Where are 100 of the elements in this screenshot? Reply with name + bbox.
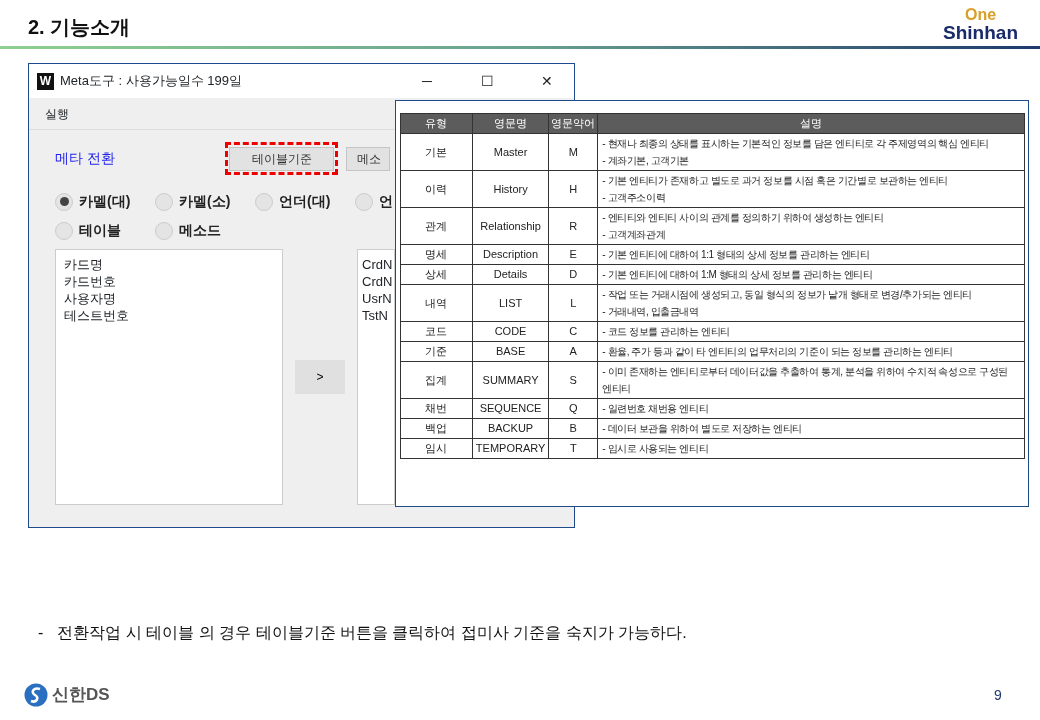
table-cell: Relationship bbox=[472, 207, 549, 245]
table-cell: TEMPORARY bbox=[472, 438, 549, 459]
table-cell: A bbox=[548, 341, 598, 362]
table-cell: BACKUP bbox=[472, 418, 549, 439]
logo-text: Shinhan bbox=[943, 23, 1018, 42]
maximize-button[interactable]: ☐ bbox=[460, 70, 514, 92]
table-cell: D bbox=[548, 264, 598, 285]
list-item[interactable]: UsrN bbox=[362, 290, 392, 307]
table-cell: E bbox=[548, 244, 598, 265]
list-item[interactable]: 카드번호 bbox=[64, 273, 116, 290]
description-line: - 데이터 보관을 위하여 별도로 저장하는 엔티티 bbox=[602, 422, 803, 436]
minimize-button[interactable]: ─ bbox=[400, 70, 454, 92]
radio-label: 테이블 bbox=[79, 221, 121, 240]
list-item[interactable]: 사용자명 bbox=[64, 290, 116, 307]
radio-option[interactable]: 테이블 bbox=[55, 220, 155, 241]
list-item[interactable]: 카드명 bbox=[64, 256, 103, 273]
move-button[interactable]: > bbox=[295, 360, 345, 394]
table-cell: CODE bbox=[472, 321, 549, 342]
description-line: - 임시로 사용되는 엔티티 bbox=[602, 442, 710, 456]
table-cell: 채번 bbox=[400, 398, 473, 419]
table-cell: 명세 bbox=[400, 244, 473, 265]
table-cell: Details bbox=[472, 264, 549, 285]
radio-option[interactable]: 언 bbox=[355, 191, 397, 212]
table-cell: 임시 bbox=[400, 438, 473, 459]
slide-title: 2. 기능소개 bbox=[28, 15, 131, 40]
note-text: 전환작업 시 테이블 의 경우 테이블기준 버튼을 클릭하여 접미사 기준을 숙지가 가능하다. bbox=[57, 623, 687, 643]
table-cell: 기준 bbox=[400, 341, 473, 362]
radio-option[interactable]: 카멜(대) bbox=[55, 191, 155, 212]
table-cell: History bbox=[472, 170, 549, 208]
radio-label: 카멜(대) bbox=[79, 192, 131, 211]
column-header: 유형 bbox=[400, 113, 473, 134]
table-cell: Description bbox=[472, 244, 549, 265]
description-line: - 일련번호 채번용 엔티티 bbox=[602, 402, 710, 416]
description-line: - 기본 엔티티가 존재하고 별도로 과거 정보를 시점 혹은 기간별로 보관하는 엔티티 bbox=[602, 174, 950, 188]
option-button[interactable]: 테이블기준 bbox=[229, 147, 334, 171]
column-header: 영문약어 bbox=[548, 113, 598, 134]
table-cell: LIST bbox=[472, 284, 549, 322]
list-item[interactable]: CrdN bbox=[362, 273, 393, 290]
radio-button[interactable] bbox=[355, 192, 373, 211]
radio-button[interactable] bbox=[155, 192, 173, 211]
option-button[interactable]: 메소 bbox=[346, 146, 390, 171]
logo-text: One bbox=[964, 7, 997, 23]
description-line: - 환율, 주가 등과 같이 타 엔티티의 업무처리의 기준이 되는 정보를 관리하는 엔티티 bbox=[602, 345, 954, 359]
table-cell: BASE bbox=[472, 341, 549, 362]
description-line: - 고객주소이력 bbox=[602, 191, 667, 205]
table-cell: 백업 bbox=[400, 418, 473, 439]
description-line: - 현재나 최종의 상태를 표시하는 기본적인 정보를 담은 엔티티로 각 주제영역의 핵심 엔티티 bbox=[602, 137, 990, 151]
brand-name: 신한DS bbox=[52, 684, 110, 706]
description-line: - 코드 정보를 관리하는 엔티티 bbox=[602, 325, 731, 339]
table-cell: C bbox=[548, 321, 598, 342]
table-cell: SUMMARY bbox=[472, 361, 549, 399]
table-cell: R bbox=[548, 207, 598, 245]
description-line: - 이미 존재하는 엔티티로부터 데이터값을 추출하여 통계, 분석을 위하여 수치적 속성으로 구성된 엔티티 bbox=[602, 365, 1010, 396]
radio-label: 언더(대) bbox=[279, 192, 331, 211]
table-cell: T bbox=[548, 438, 598, 459]
brand-logo-icon bbox=[24, 682, 48, 707]
table-cell: 집계 bbox=[400, 361, 473, 399]
radio-option[interactable]: 카멜(소) bbox=[155, 191, 255, 212]
table-cell: SEQUENCE bbox=[472, 398, 549, 419]
radio-button[interactable] bbox=[155, 221, 173, 240]
description-line: - 고객계좌관계 bbox=[602, 228, 667, 242]
radio-button[interactable] bbox=[55, 221, 73, 240]
radio-button[interactable] bbox=[255, 192, 273, 211]
table-cell: Master bbox=[472, 133, 549, 171]
radio-label: 언 bbox=[379, 192, 393, 211]
column-header: 영문명 bbox=[472, 113, 549, 134]
window-title: Meta도구 : 사용가능일수 199일 bbox=[60, 72, 244, 91]
description-line: - 기본 엔티티에 대하여 1:1 형태의 상세 정보를 관리하는 엔티티 bbox=[602, 248, 871, 262]
description-line: - 작업 또는 거래시점에 생성되고, 동일 형식의 정보가 낱개 형태로 변경/추가되는 엔티티 bbox=[602, 288, 974, 302]
section-label: 메타 전환 bbox=[55, 149, 116, 168]
bullet: - bbox=[38, 623, 44, 643]
table-cell: M bbox=[548, 133, 598, 171]
close-button[interactable]: ✕ bbox=[520, 70, 574, 92]
list-item[interactable]: TstN bbox=[362, 307, 388, 324]
table-cell: 관계 bbox=[400, 207, 473, 245]
table-cell: 내역 bbox=[400, 284, 473, 322]
description-line: - 거래내역, 입출금내역 bbox=[602, 305, 700, 319]
table-cell: 이력 bbox=[400, 170, 473, 208]
app-icon: W bbox=[37, 72, 54, 90]
table-cell: H bbox=[548, 170, 598, 208]
page-number: 9 bbox=[994, 686, 1002, 705]
menu-item[interactable]: 실행 bbox=[45, 104, 69, 123]
description-line: - 기본 엔티티에 대하여 1:M 형태의 상세 정보를 관리하는 엔티티 bbox=[602, 268, 874, 282]
radio-option[interactable]: 언더(대) bbox=[255, 191, 355, 212]
list-item[interactable]: CrdN bbox=[362, 256, 393, 273]
radio-button[interactable] bbox=[55, 192, 73, 211]
radio-option[interactable]: 메소드 bbox=[155, 220, 255, 241]
table-cell: 코드 bbox=[400, 321, 473, 342]
table-cell: Q bbox=[548, 398, 598, 419]
table-cell: B bbox=[548, 418, 598, 439]
table-cell: S bbox=[548, 361, 598, 399]
table-cell: 상세 bbox=[400, 264, 473, 285]
description-line: - 계좌기본, 고객기본 bbox=[602, 154, 691, 168]
column-header: 설명 bbox=[597, 113, 1025, 134]
table-cell: L bbox=[548, 284, 598, 322]
radio-label: 카멜(소) bbox=[179, 192, 231, 211]
radio-label: 메소드 bbox=[179, 221, 221, 240]
table-cell: 기본 bbox=[400, 133, 473, 171]
list-item[interactable]: 테스트번호 bbox=[64, 307, 129, 324]
description-line: - 엔티티와 엔티티 사이의 관계를 정의하기 위하여 생성하는 엔티티 bbox=[602, 211, 885, 225]
